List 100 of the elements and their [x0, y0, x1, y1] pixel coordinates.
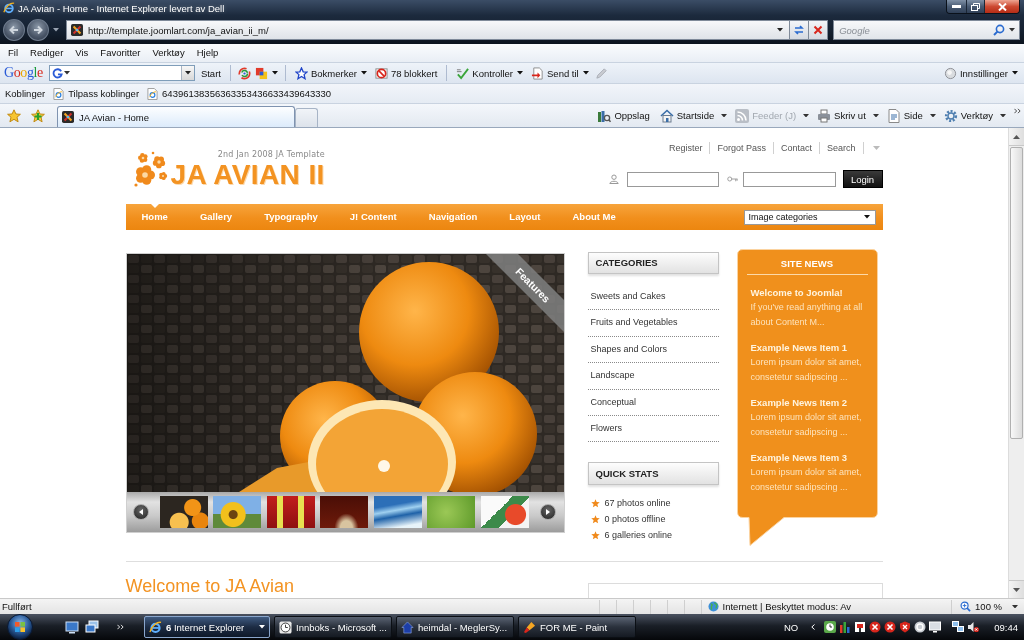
photo-thumbnail[interactable]	[159, 496, 208, 528]
caret-icon[interactable]	[929, 113, 936, 118]
error-icon[interactable]	[869, 621, 882, 633]
top-link[interactable]: Search	[818, 142, 863, 154]
login-button[interactable]: Login	[842, 170, 883, 188]
back-button[interactable]	[3, 19, 25, 41]
security-zone[interactable]: Internett | Beskyttet modus: Av	[700, 599, 952, 614]
add-favorite-icon[interactable]	[31, 108, 45, 123]
news-summary: If you've read anything at all about Content M...	[750, 301, 864, 329]
username-field[interactable]	[626, 171, 719, 187]
welcome-heading: Welcome to JA Avian	[125, 576, 294, 596]
chevron-left-icon[interactable]	[811, 624, 816, 630]
network-icon[interactable]	[952, 621, 965, 633]
category-link[interactable]: Conceptual	[587, 389, 719, 416]
toolbar-logo[interactable]: Google	[4, 65, 43, 81]
maximize-button[interactable]	[967, 0, 985, 13]
browser-tab[interactable]: JA Avian - Home	[57, 106, 295, 127]
top-link[interactable]: Contact	[772, 142, 819, 154]
taskbar-button[interactable]: heimdal - MeglerSy...	[396, 616, 514, 638]
caret-icon[interactable]	[1012, 604, 1018, 609]
bookmark-link[interactable]: Tilpass koblinger	[53, 87, 140, 100]
bars-icon[interactable]	[839, 621, 852, 633]
caret-icon[interactable]	[259, 625, 265, 629]
bookmarks-button[interactable]: Bokmerker	[292, 66, 369, 80]
caret-icon[interactable]	[721, 113, 728, 118]
up-arrow-icon	[1013, 134, 1020, 139]
top-link[interactable]: Forgot Pass	[709, 142, 773, 154]
command-button[interactable]: Startside	[657, 108, 717, 123]
photo-thumbnail[interactable]	[266, 496, 315, 528]
menu-item[interactable]: Rediger	[24, 44, 70, 62]
error-icon[interactable]	[884, 621, 897, 633]
categories-heading: CATEGORIES	[587, 252, 719, 274]
caret-icon[interactable]	[872, 113, 879, 118]
photo-thumbnail[interactable]	[373, 496, 422, 528]
scrollbar[interactable]	[1008, 128, 1024, 598]
caret-icon[interactable]	[52, 28, 59, 32]
zoom-button[interactable]: 100 %	[951, 599, 1006, 614]
disc-icon[interactable]	[914, 621, 927, 633]
photo-thumbnail[interactable]	[480, 496, 529, 528]
shield-icon[interactable]	[899, 621, 912, 633]
monitor-icon[interactable]	[929, 621, 942, 633]
command-button[interactable]: Side	[884, 108, 925, 123]
clock-icon[interactable]	[824, 621, 837, 633]
photo-thumbnail[interactable]	[320, 496, 368, 528]
settings-button[interactable]: Innstillinger	[941, 66, 1020, 80]
photo-thumbnail[interactable]	[427, 496, 475, 528]
start-button[interactable]: Start	[198, 67, 223, 79]
spellcheck-button[interactable]: Kontroller	[454, 66, 526, 80]
scroll-up-button[interactable]	[1009, 128, 1024, 146]
top-link[interactable]: Register	[661, 142, 710, 154]
caret-icon[interactable]	[777, 28, 784, 32]
address-field[interactable]: http://template.joomlart.com/ja_avian_ii_m/	[65, 20, 791, 40]
category-select[interactable]: Image categories	[743, 209, 876, 225]
caret-icon[interactable]	[1000, 113, 1006, 118]
toolbar-search-field[interactable]	[48, 65, 195, 81]
volume-muted-icon[interactable]	[967, 621, 980, 633]
send-to-button[interactable]: Send til	[529, 66, 591, 80]
password-field[interactable]	[742, 171, 836, 187]
star-icon[interactable]	[7, 108, 21, 123]
category-link[interactable]: Landscape	[587, 363, 719, 390]
category-link[interactable]: Fruits and Vegetables	[587, 310, 719, 337]
taskbar-button[interactable]: 6 Internet Explorer	[144, 616, 270, 638]
language-indicator[interactable]: NO	[783, 621, 799, 633]
caret-icon[interactable]	[271, 71, 278, 75]
menu-item[interactable]: Fil	[2, 44, 25, 62]
star-outline-icon	[294, 66, 308, 80]
command-button[interactable]: Skriv ut	[815, 108, 868, 123]
category-link[interactable]: Shapes and Colors	[587, 336, 719, 364]
taskbar-button[interactable]: Innboks - Microsoft ...	[274, 616, 392, 638]
command-button[interactable]: Verktøy	[941, 108, 995, 123]
minimize-icon	[952, 5, 961, 8]
squares-icon[interactable]	[254, 66, 268, 80]
scroll-down-button[interactable]	[1009, 580, 1024, 598]
chevron-icon[interactable]	[1014, 108, 1021, 114]
menu-item[interactable]: Vis	[69, 44, 95, 62]
swirl-icon[interactable]	[237, 66, 251, 80]
forward-button[interactable]	[27, 19, 49, 41]
minimize-button[interactable]	[947, 0, 967, 13]
bookmark-link[interactable]: 64396138356363353436633439643330	[147, 87, 332, 100]
popup-blocker-button[interactable]: 78 blokkert	[372, 66, 440, 80]
scroll-thumb[interactable]	[1010, 147, 1023, 439]
caret-icon[interactable]	[184, 71, 191, 75]
menu-item[interactable]: Hjelp	[190, 44, 225, 62]
flag-icon[interactable]	[854, 621, 867, 633]
menu-item[interactable]: Favoritter	[94, 44, 147, 62]
previous-button[interactable]	[132, 504, 149, 520]
category-link[interactable]: Flowers	[587, 415, 719, 443]
menu-item[interactable]: Verktøy	[146, 44, 191, 62]
close-button[interactable]	[985, 0, 1019, 13]
taskbar-button[interactable]: FOR ME - Paint	[518, 616, 636, 638]
command-button[interactable]: Oppslag	[595, 108, 652, 123]
clock-time[interactable]: 09:44	[994, 621, 1018, 633]
photo-thumbnail[interactable]	[213, 496, 261, 528]
stop-button[interactable]	[809, 20, 829, 40]
show-desktop-icon[interactable]	[65, 620, 79, 634]
page-icon	[886, 108, 901, 123]
switch-windows-icon[interactable]	[85, 620, 99, 634]
category-link[interactable]: Sweets and Cakes	[587, 284, 719, 311]
next-button[interactable]	[539, 504, 556, 520]
stop-icon	[812, 24, 825, 36]
